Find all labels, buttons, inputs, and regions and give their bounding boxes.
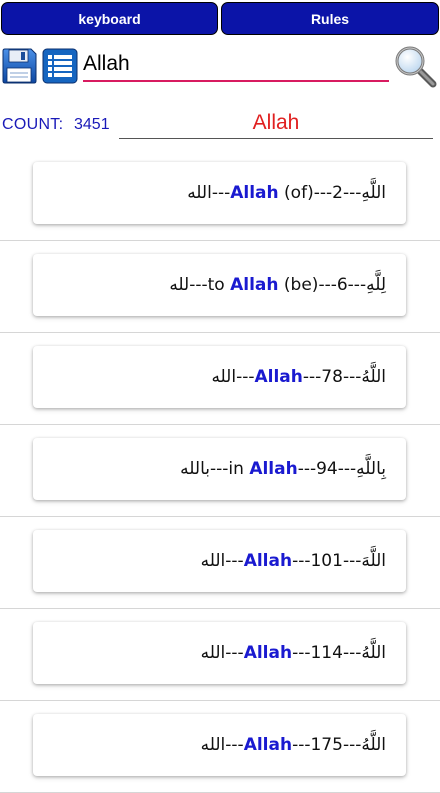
result-text: بالله---in Allah--- بِاللَّهِ---94 bbox=[180, 459, 386, 479]
result-keyword: Allah bbox=[230, 275, 279, 295]
result-card[interactable]: لله---to Allah (be)--- لِلَّهِ---6 bbox=[33, 254, 406, 316]
list-item: الله---Allah--- اللَّهُ---114 bbox=[0, 609, 440, 701]
result-card[interactable]: بالله---in Allah--- بِاللَّهِ---94 bbox=[33, 438, 406, 500]
list-item: بالله---in Allah--- بِاللَّهِ---94 bbox=[0, 425, 440, 517]
search-input[interactable] bbox=[83, 48, 389, 82]
result-card[interactable]: الله---Allah--- اللَّهُ---78 bbox=[33, 346, 406, 408]
result-keyword: Allah bbox=[254, 367, 303, 387]
floppy-disk-icon bbox=[2, 48, 37, 84]
result-text: الله---Allah (of)--- اللَّهِ---2 bbox=[187, 183, 386, 203]
result-card[interactable]: الله---Allah--- اللَّهَ---101 bbox=[33, 530, 406, 592]
list-button[interactable] bbox=[42, 48, 78, 84]
result-text: الله---Allah--- اللَّهُ---114 bbox=[200, 643, 386, 663]
count-label: COUNT: bbox=[2, 116, 64, 133]
list-item: الله---Allah (of)--- اللَّهِ---2 bbox=[0, 149, 440, 241]
result-text: لله---to Allah (be)--- لِلَّهِ---6 bbox=[169, 275, 386, 295]
result-keyword: Allah bbox=[249, 459, 298, 479]
magnifier-icon bbox=[395, 46, 437, 88]
result-text: الله---Allah--- اللَّهُ---78 bbox=[211, 367, 386, 387]
result-card[interactable]: الله---Allah--- اللَّهُ---114 bbox=[33, 622, 406, 684]
list-item: الله---Allah--- اللَّهُ---175 bbox=[0, 701, 440, 793]
result-text: الله---Allah--- اللَّهَ---101 bbox=[200, 551, 386, 571]
result-card[interactable]: الله---Allah--- اللَّهُ---175 bbox=[33, 714, 406, 776]
list-item: الله---Allah--- اللَّهَ---101 bbox=[0, 517, 440, 609]
result-keyword: Allah bbox=[230, 183, 279, 203]
count-value: 3451 bbox=[74, 116, 110, 133]
query-display: Allah bbox=[119, 107, 433, 139]
result-keyword: Allah bbox=[243, 735, 293, 755]
result-keyword: Allah bbox=[243, 643, 293, 663]
list-icon bbox=[42, 48, 78, 84]
result-keyword: Allah bbox=[243, 551, 293, 571]
result-card[interactable]: الله---Allah (of)--- اللَّهِ---2 bbox=[33, 162, 406, 224]
search-button[interactable] bbox=[393, 44, 437, 88]
tab-keyboard[interactable]: keyboard bbox=[1, 2, 218, 35]
tab-rules[interactable]: Rules bbox=[221, 2, 439, 35]
save-button[interactable] bbox=[1, 48, 37, 84]
result-text: الله---Allah--- اللَّهُ---175 bbox=[200, 735, 386, 755]
list-item: الله---Allah--- اللَّهُ---78 bbox=[0, 333, 440, 425]
list-item: لله---to Allah (be)--- لِلَّهِ---6 bbox=[0, 241, 440, 333]
results-list: الله---Allah (of)--- اللَّهِ---2 لله---to… bbox=[0, 149, 440, 793]
